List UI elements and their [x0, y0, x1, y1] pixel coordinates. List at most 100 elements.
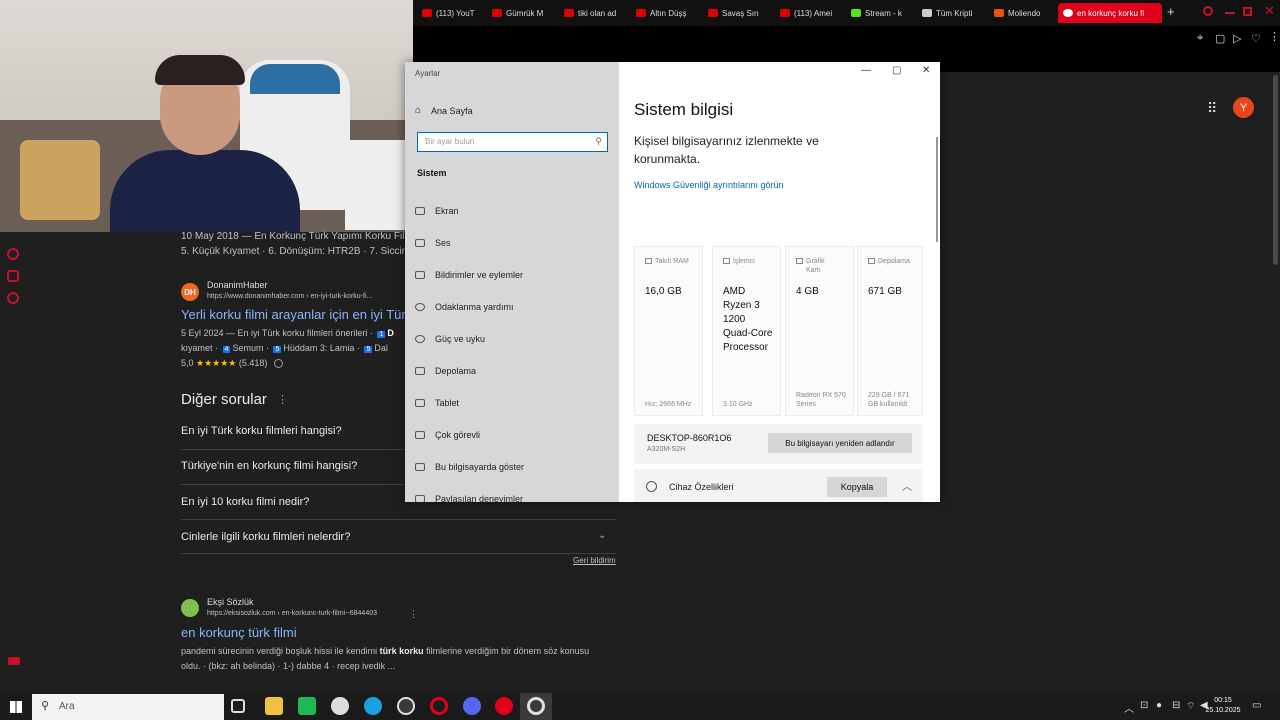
browser-tab[interactable]: Stream - k: [846, 3, 914, 23]
close-icon[interactable]: ✕: [1264, 3, 1275, 19]
notification-icon: [415, 271, 425, 279]
chevron-up-icon[interactable]: ︿: [902, 478, 912, 493]
sidebar-brand-icon[interactable]: [8, 657, 20, 665]
nav-item-power[interactable]: Güç ve uyku: [415, 334, 485, 344]
usb-icon[interactable]: ⊟: [1172, 700, 1180, 711]
menu-icon[interactable]: ⋮: [1269, 30, 1280, 43]
window-close-button[interactable]: ✕: [922, 65, 930, 76]
rename-pc-button[interactable]: Bu bilgisayarı yeniden adlandır: [768, 433, 912, 453]
edge-icon[interactable]: [364, 697, 382, 715]
settings-search-input[interactable]: Bir ayar bulun ⚲: [417, 132, 608, 152]
result-snippet: 10 May 2018 — En Korkunç Türk Yapımı Kor…: [181, 231, 422, 257]
paa-question[interactable]: En iyi 10 korku filmi nedir?: [181, 496, 309, 508]
nav-item-storage[interactable]: Depolama: [415, 366, 476, 376]
browser-tab[interactable]: Tüm Kripti: [917, 3, 985, 23]
discord-icon[interactable]: [463, 697, 481, 715]
wifi-icon[interactable]: ⌔: [1186, 700, 1195, 713]
obs-icon[interactable]: [331, 697, 349, 715]
settings-gear-icon[interactable]: [7, 292, 19, 304]
youtube-icon: [636, 9, 646, 17]
notification-center-icon[interactable]: ▭: [1252, 700, 1261, 711]
cpu-icon: [723, 258, 730, 264]
green-app-icon[interactable]: [298, 697, 316, 715]
device-specs-panel[interactable]: Cihaz Özellikleri Kopyala ︿: [634, 469, 923, 502]
browser-tab[interactable]: Altın Düşş: [631, 3, 699, 23]
page-title: Sistem bilgisi: [634, 100, 734, 119]
chat-icon[interactable]: [7, 270, 19, 282]
app-icon[interactable]: [397, 697, 415, 715]
nav-item-projecting[interactable]: Bu bilgisayarda göster: [415, 462, 524, 472]
history-icon[interactable]: [7, 248, 19, 260]
clock[interactable]: 00:15 25.10.2025: [1203, 696, 1243, 716]
result-more-icon[interactable]: ⋮: [409, 609, 418, 620]
browser-tab[interactable]: (113) Amei: [775, 3, 843, 23]
task-view-icon[interactable]: [231, 699, 245, 713]
feedback-link[interactable]: Geri bildirim: [573, 556, 616, 565]
pin-icon[interactable]: ⌖: [1197, 32, 1203, 45]
paa-question[interactable]: Türkiye'nin en korkunç filmi hangisi?: [181, 460, 357, 472]
paa-question[interactable]: Cinlerle ilgili korku filmleri nelerdir?: [181, 531, 350, 543]
browser-tab[interactable]: (113) YouT: [417, 3, 485, 23]
window-minimize-button[interactable]: —: [861, 65, 871, 76]
play-icon[interactable]: ▷: [1233, 32, 1241, 45]
heart-icon[interactable]: ♡: [1251, 32, 1261, 45]
spec-card-storage: Depolama 671 GB 229 GB / 671 GB kullanıl…: [857, 246, 923, 416]
apps-grid-icon[interactable]: ⠿: [1207, 100, 1217, 117]
nav-item-multitasking[interactable]: Çok görevli: [415, 430, 480, 440]
youtube-icon: [708, 9, 718, 17]
moliendo-icon: [994, 9, 1004, 17]
result-site-name: Ekşi Sözlük: [207, 597, 254, 607]
maximize-icon[interactable]: [1243, 7, 1252, 16]
browser-tab[interactable]: tiki olan ad: [559, 3, 627, 23]
microphone-icon[interactable]: ●: [1156, 700, 1162, 711]
kick-icon: [851, 9, 861, 17]
share-icon: [415, 495, 425, 502]
windows-start-icon[interactable]: [10, 701, 22, 713]
windows-taskbar: ⚲ Ara ︿ ⊡ ● ⊟ ⌔ ◀ 00:15 25.10.2025 ▭: [0, 693, 1280, 720]
search-tabs-icon[interactable]: [1203, 6, 1213, 16]
scrollbar[interactable]: [1273, 75, 1278, 265]
settings-nav-pane: Ayarlar ⌂ Ana Sayfa Bir ayar bulun ⚲ Sis…: [405, 62, 619, 502]
settings-home[interactable]: ⌂ Ana Sayfa: [415, 105, 473, 116]
snapshot-icon[interactable]: ▢: [1215, 32, 1225, 45]
nav-item-sound[interactable]: Ses: [415, 238, 451, 248]
minimize-icon[interactable]: [1225, 12, 1235, 14]
browser-tab-bar: (113) YouT Gümrük M tiki olan ad Altın D…: [413, 0, 1280, 26]
browser-tab-active[interactable]: en korkunç korku fi: [1058, 3, 1162, 23]
nav-item-tablet[interactable]: Tablet: [415, 398, 459, 408]
ram-icon: [645, 258, 652, 264]
windows-security-link[interactable]: Windows Güvenliği ayrıntılarını görün: [634, 180, 784, 190]
opera-icon[interactable]: [430, 697, 448, 715]
browser-tab[interactable]: Savaş Sırı: [703, 3, 771, 23]
chevron-up-icon[interactable]: ︿: [1124, 700, 1134, 715]
search-icon: ⚲: [41, 700, 50, 712]
result-title-link[interactable]: Yerli korku filmi arayanlar için en iyi …: [181, 307, 406, 322]
youtube-icon: [564, 9, 574, 17]
result-url[interactable]: https://www.donanimhaber.com › en-iyi-tu…: [207, 293, 372, 300]
nav-item-display[interactable]: Ekran: [415, 206, 459, 216]
paa-question[interactable]: En iyi Türk korku filmleri hangisi?: [181, 425, 342, 437]
device-model: A320M-S2H: [647, 446, 686, 453]
opera-gx-icon[interactable]: [495, 697, 513, 715]
settings-gear-icon[interactable]: [527, 697, 545, 715]
nav-item-notifications[interactable]: Bildirimler ve eylemler: [415, 270, 523, 280]
browser-tab[interactable]: Gümrük M: [487, 3, 555, 23]
paa-more-icon[interactable]: ⋮: [277, 393, 288, 406]
home-icon: ⌂: [415, 105, 422, 116]
chevron-down-icon[interactable]: ⌄: [598, 530, 606, 541]
new-tab-button[interactable]: +: [1167, 4, 1175, 19]
window-maximize-button[interactable]: ▢: [892, 65, 901, 76]
result-url[interactable]: https://eksisozluk.com › en-korkunc-turk…: [207, 610, 377, 617]
result-title-link[interactable]: en korkunç türk filmi: [181, 625, 297, 640]
nav-item-focus[interactable]: Odaklanma yardımı: [415, 302, 514, 312]
network-icon[interactable]: ⊡: [1140, 700, 1148, 711]
nav-item-shared-experiences[interactable]: Paylaşılan deneyimler: [415, 494, 523, 502]
result-site-name: DonanimHaber: [207, 280, 268, 290]
file-explorer-icon[interactable]: [265, 697, 283, 715]
copy-button[interactable]: Kopyala: [827, 477, 887, 497]
info-icon[interactable]: [273, 359, 283, 369]
account-avatar[interactable]: Y: [1233, 97, 1254, 118]
content-scrollbar[interactable]: [936, 137, 938, 242]
browser-tab[interactable]: Moliendo: [989, 3, 1057, 23]
taskbar-search-input[interactable]: ⚲ Ara: [32, 694, 224, 720]
